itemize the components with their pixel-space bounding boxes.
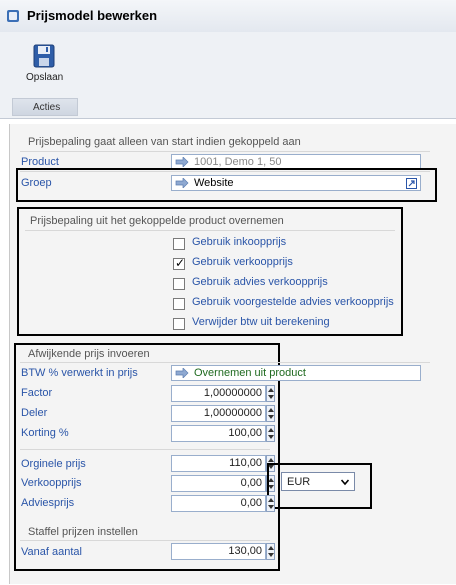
- spin-up-icon[interactable]: [268, 428, 274, 432]
- option-label: Gebruik verkoopprijs: [192, 256, 293, 268]
- arrow-right-icon: [175, 368, 189, 378]
- spin-up-icon[interactable]: [268, 458, 274, 462]
- adviesprijs-label: Adviesprijs: [21, 497, 75, 509]
- save-label: Opslaan: [26, 72, 64, 83]
- app-icon: [7, 10, 19, 22]
- vanaf-aantal-input[interactable]: 130,00: [171, 543, 266, 560]
- divider: [20, 540, 270, 541]
- checkbox-voorgestelde-advies[interactable]: [173, 298, 185, 310]
- verkoopprijs-input[interactable]: 0,00: [171, 475, 266, 492]
- spin-down-icon[interactable]: [268, 415, 274, 419]
- adviesprijs-input[interactable]: 0,00: [171, 495, 266, 512]
- korting-input[interactable]: 100,00: [171, 425, 266, 442]
- checkmark-icon: ✓: [175, 256, 186, 270]
- section-title-overnemen: Prijsbepaling uit het gekoppelde product…: [30, 215, 284, 227]
- korting-label: Korting %: [21, 427, 69, 439]
- section-title-staffel: Staffel prijzen instellen: [28, 526, 138, 538]
- spin-up-icon[interactable]: [268, 498, 274, 502]
- divider: [25, 230, 395, 231]
- option-label: Gebruik advies verkoopprijs: [192, 276, 328, 288]
- groep-highlight-box: [16, 168, 437, 202]
- divider: [20, 449, 270, 450]
- section-title-afwijkend: Afwijkende prijs invoeren: [28, 348, 150, 360]
- deler-label: Deler: [21, 407, 48, 419]
- factor-label: Factor: [21, 387, 53, 399]
- spin-up-icon[interactable]: [268, 546, 274, 550]
- orginele-prijs-label: Orginele prijs: [21, 458, 86, 470]
- save-button[interactable]: Opslaan: [22, 42, 66, 90]
- btw-field[interactable]: Overnemen uit product: [171, 365, 421, 381]
- window-title: Prijsmodel bewerken: [27, 8, 158, 23]
- currency-highlight-box: [267, 463, 372, 509]
- checkbox-advies-verkoopprijs[interactable]: [173, 278, 185, 290]
- btw-value: Overnemen uit product: [194, 367, 306, 379]
- checkbox-verwijder-btw[interactable]: [173, 318, 185, 330]
- factor-input[interactable]: 1,00000000: [171, 385, 266, 402]
- product-label: Product: [21, 156, 59, 168]
- spin-up-icon[interactable]: [268, 388, 274, 392]
- ribbon-group-label: Acties: [33, 102, 61, 113]
- adviesprijs-spinner[interactable]: [266, 495, 275, 512]
- spin-down-icon[interactable]: [268, 505, 274, 509]
- spin-down-icon[interactable]: [268, 435, 274, 439]
- vanaf-aantal-label: Vanaf aantal: [21, 546, 82, 558]
- spin-down-icon[interactable]: [268, 553, 274, 557]
- deler-spinner[interactable]: [266, 405, 275, 422]
- divider: [20, 151, 430, 152]
- floppy-disk-icon: [33, 44, 55, 68]
- verkoopprijs-label: Verkoopprijs: [21, 477, 82, 489]
- checkbox-verkoopprijs[interactable]: ✓: [173, 256, 186, 270]
- ribbon: Opslaan Acties: [0, 32, 456, 119]
- spin-down-icon[interactable]: [268, 395, 274, 399]
- deler-input[interactable]: 1,00000000: [171, 405, 266, 422]
- korting-spinner[interactable]: [266, 425, 275, 442]
- product-value: 1001, Demo 1, 50: [194, 156, 282, 168]
- option-label: Verwijder btw uit berekening: [192, 316, 330, 328]
- factor-spinner[interactable]: [266, 385, 275, 402]
- option-label: Gebruik voorgestelde advies verkoopprijs: [192, 296, 394, 308]
- btw-label: BTW % verwerkt in prijs: [21, 367, 138, 379]
- option-label: Gebruik inkoopprijs: [192, 236, 287, 248]
- checkbox-inkoopprijs[interactable]: [173, 238, 185, 250]
- divider: [20, 362, 430, 363]
- section-title-koppeling: Prijsbepaling gaat alleen van start indi…: [28, 136, 301, 148]
- arrow-right-icon: [175, 157, 189, 167]
- spin-up-icon[interactable]: [268, 408, 274, 412]
- vanaf-aantal-spinner[interactable]: [266, 543, 275, 560]
- title-bar: Prijsmodel bewerken: [0, 0, 456, 33]
- orginele-prijs-input[interactable]: 110,00: [171, 455, 266, 472]
